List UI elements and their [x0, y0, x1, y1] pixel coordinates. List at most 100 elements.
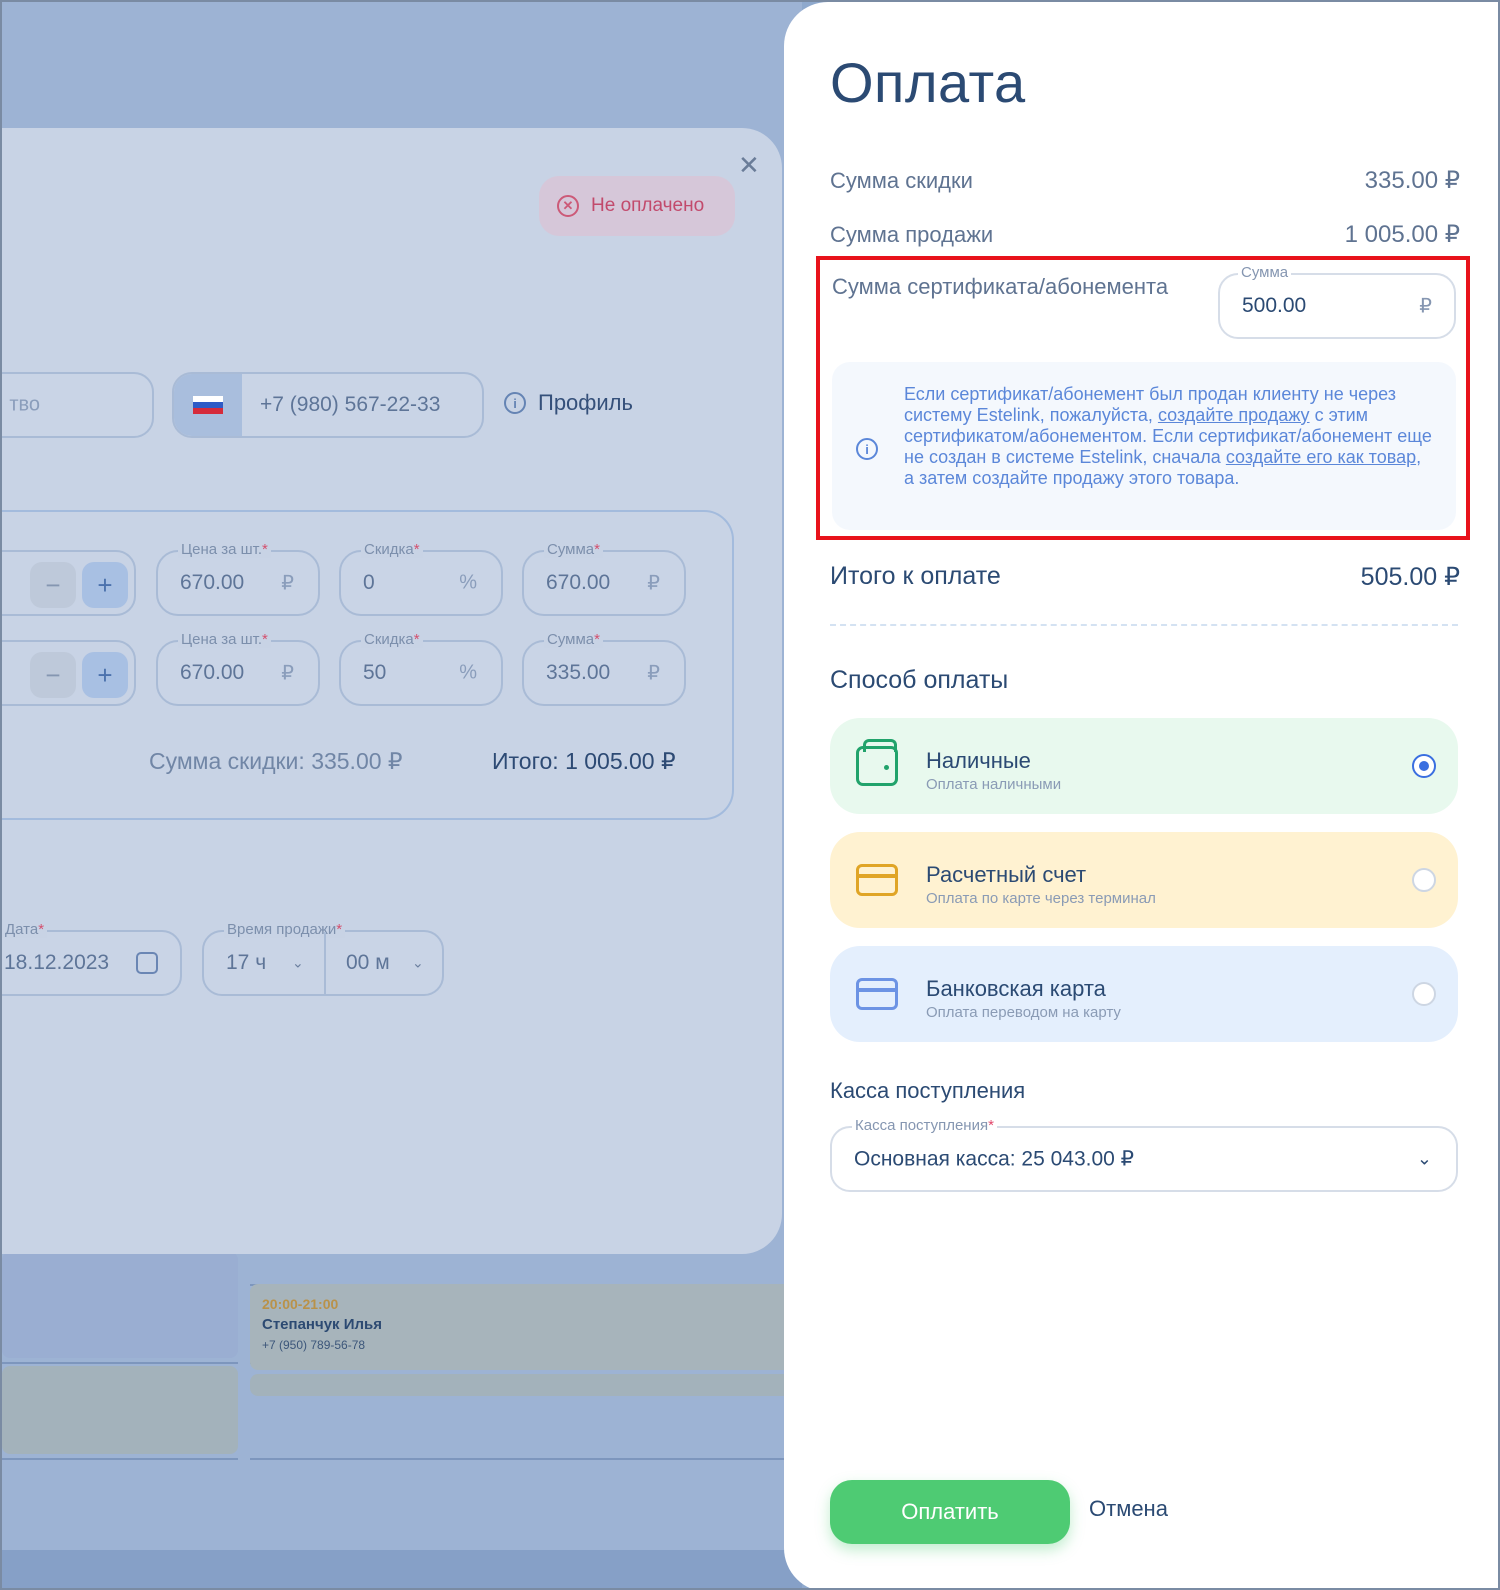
sum-field[interactable]: Сумма* 335.00 ₽ [522, 631, 686, 706]
date-field-label: Дата [5, 921, 39, 938]
wallet-icon [856, 739, 898, 786]
payment-option-description: Оплата наличными [926, 776, 1062, 793]
status-badge: ✕ Не оплачено [539, 176, 735, 236]
client-name-field[interactable]: тво [2, 372, 154, 438]
discount-field-label: Скидка [364, 631, 414, 648]
radio-button[interactable] [1412, 868, 1436, 892]
currency-symbol: ₽ [281, 662, 294, 685]
discount-field-label: Скидка [364, 541, 414, 558]
event-time: 20:00-21:00 [262, 1296, 339, 1312]
pay-button[interactable]: Оплатить [830, 1480, 1070, 1544]
quantity-stepper[interactable]: − + [2, 550, 136, 616]
grand-total-label: Итого: [492, 748, 559, 774]
price-field[interactable]: Цена за шт.* 670.00 ₽ [156, 631, 320, 706]
payment-option-name: Наличные [926, 748, 1031, 773]
discount-field[interactable]: Скидка* 0 % [339, 541, 503, 616]
cancel-button[interactable]: Отмена [1089, 1496, 1168, 1522]
dashed-divider [830, 624, 1458, 626]
sum-field-label: Сумма [547, 541, 595, 558]
discount-sum-label: Сумма скидки [830, 168, 973, 193]
calendar-divider [2, 1362, 238, 1364]
calendar-event-block[interactable] [250, 1374, 810, 1396]
payment-panel: Оплата Сумма скидки 335.00 ₽ Сумма прода… [784, 2, 1498, 1588]
date-field[interactable]: Дата* 18.12.2023 [2, 921, 182, 996]
currency-symbol: ₽ [281, 572, 294, 595]
time-field-label: Время продажи [227, 921, 337, 938]
discount-field[interactable]: Скидка* 50 % [339, 631, 503, 706]
chevron-down-icon: ⌄ [1416, 1148, 1432, 1169]
sum-value: 335.00 [546, 661, 611, 684]
grand-total: Итого: 1 005.00 ₽ [492, 748, 676, 775]
discount-value: 0 [363, 571, 375, 594]
screen: 20:00-21:00 Степанчук Илья +7 (950) 789-… [0, 0, 1500, 1590]
payment-option-description: Оплата переводом на карту [926, 1004, 1121, 1021]
percent-symbol: % [459, 571, 477, 594]
minus-button[interactable]: − [30, 652, 76, 698]
calendar-slot [2, 1252, 238, 1358]
minus-button[interactable]: − [30, 562, 76, 608]
time-divider [324, 932, 326, 994]
quantity-stepper[interactable]: − + [2, 640, 136, 706]
event-client-phone: +7 (950) 789-56-78 [262, 1338, 366, 1352]
price-value: 670.00 [180, 661, 245, 684]
russia-flag-icon [193, 396, 223, 414]
grand-total-value: 1 005.00 ₽ [565, 748, 676, 774]
calendar-event-block[interactable] [2, 1366, 238, 1454]
profile-link[interactable]: i Профиль [504, 390, 633, 416]
close-icon[interactable]: ✕ [738, 152, 760, 178]
payment-method-title: Способ оплаты [830, 666, 1009, 694]
price-field-label: Цена за шт. [181, 631, 263, 648]
price-field-label: Цена за шт. [181, 541, 263, 558]
discount-sum-row: Сумма скидки 335.00 ₽ [830, 166, 1460, 195]
plus-button[interactable]: + [82, 652, 128, 698]
kassa-select[interactable]: Касса поступления* Основная касса: 25 04… [830, 1117, 1458, 1192]
price-value: 670.00 [180, 571, 245, 594]
status-badge-label: Не оплачено [591, 195, 705, 216]
sale-sum-row: Сумма продажи 1 005.00 ₽ [830, 220, 1460, 249]
kassa-field-label: Касса поступления [855, 1117, 989, 1134]
page-title: Оплата [830, 51, 1026, 114]
sum-field[interactable]: Сумма* 670.00 ₽ [522, 541, 686, 616]
chevron-down-icon: ⌄ [412, 954, 424, 971]
payment-option-account[interactable]: Расчетный счет Оплата по карте через тер… [830, 832, 1458, 928]
discount-value: 50 [363, 661, 387, 684]
calendar-event[interactable]: 20:00-21:00 Степанчук Илья +7 (950) 789-… [250, 1284, 810, 1370]
calendar-divider [250, 1458, 810, 1460]
price-field[interactable]: Цена за шт.* 670.00 ₽ [156, 541, 320, 616]
event-client-name: Степанчук Илья [262, 1316, 382, 1333]
kassa-title: Касса поступления [830, 1078, 1026, 1103]
x-circle-icon: ✕ [557, 195, 579, 217]
currency-symbol: ₽ [647, 662, 660, 685]
discount-total: Сумма скидки: 335.00 ₽ [149, 748, 403, 775]
percent-symbol: % [459, 661, 477, 684]
card-icon [856, 864, 898, 896]
date-value: 18.12.2023 [4, 951, 110, 974]
sale-sum-value: 1 005.00 ₽ [1344, 221, 1460, 248]
total-to-pay-row: Итого к оплате 505.00 ₽ [830, 562, 1460, 592]
discount-total-value: 335.00 ₽ [311, 748, 403, 774]
payment-option-cash[interactable]: Наличные Оплата наличными [830, 718, 1458, 814]
payment-option-bank-card[interactable]: Банковская карта Оплата переводом на кар… [830, 946, 1458, 1042]
sum-field-label: Сумма [547, 631, 595, 648]
highlight-frame [816, 256, 1470, 540]
currency-symbol: ₽ [647, 572, 660, 595]
payment-option-description: Оплата по карте через терминал [926, 890, 1156, 907]
phone-field[interactable]: +7 (980) 567-22-33 [172, 372, 484, 438]
discount-total-label: Сумма скидки: [149, 748, 305, 774]
country-selector[interactable] [174, 374, 242, 436]
profile-link-label: Профиль [538, 390, 633, 415]
calendar-icon[interactable] [136, 952, 158, 974]
time-field[interactable]: Время продажи* 17 ч ⌄ 00 м ⌄ [202, 921, 444, 996]
payment-option-name: Банковская карта [926, 976, 1106, 1001]
bottom-bar [2, 1550, 802, 1588]
discount-sum-value: 335.00 ₽ [1364, 167, 1460, 194]
minute-value[interactable]: 00 м [346, 951, 390, 975]
chevron-down-icon: ⌄ [292, 954, 304, 971]
client-name-fragment: тво [9, 393, 40, 416]
sum-value: 670.00 [546, 571, 611, 594]
radio-button[interactable] [1412, 982, 1436, 1006]
plus-button[interactable]: + [82, 562, 128, 608]
info-icon: i [504, 392, 526, 414]
hour-value[interactable]: 17 ч [226, 951, 266, 975]
radio-button[interactable] [1412, 754, 1436, 778]
